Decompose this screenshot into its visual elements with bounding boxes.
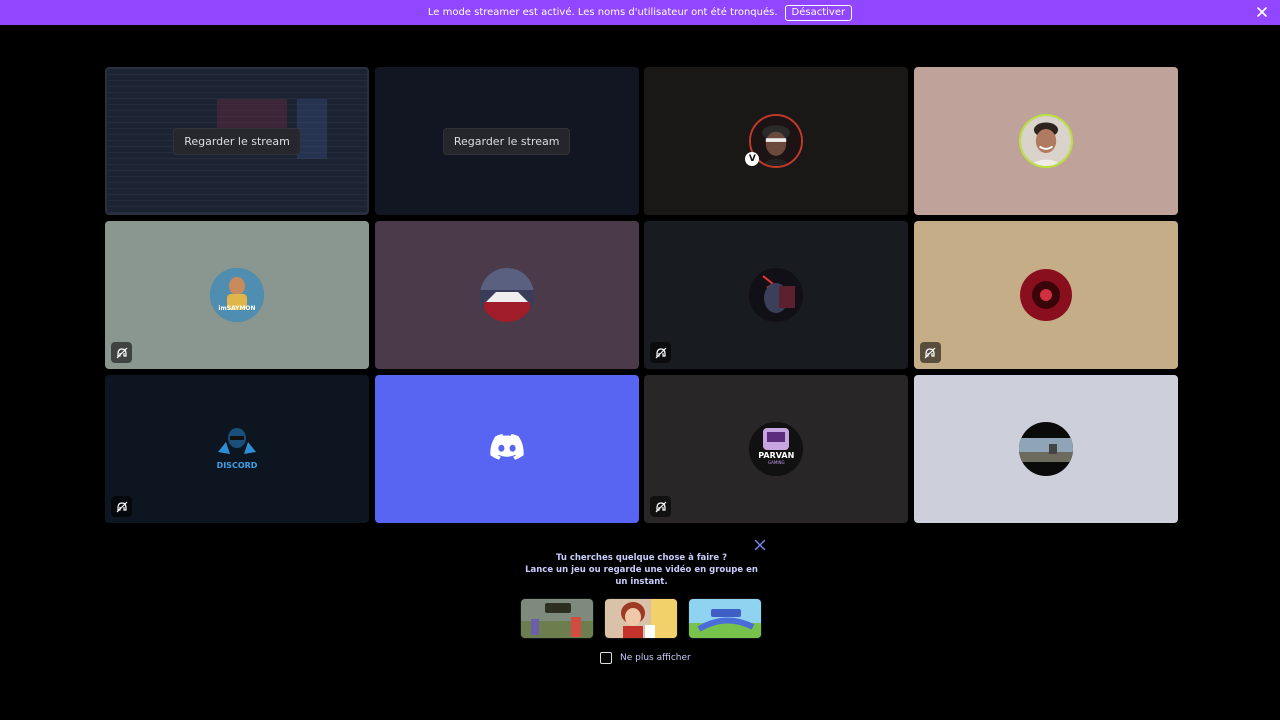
avatar-subtext: GAMING	[768, 460, 785, 465]
smiling-man-avatar	[1018, 114, 1073, 168]
participant-tile-5[interactable]: imSAYMON	[105, 221, 369, 369]
game-thumbnails	[520, 598, 762, 639]
red-emblem-avatar	[1018, 268, 1073, 322]
dont-show-again-checkbox[interactable]	[600, 652, 612, 664]
participant-tile-7[interactable]	[644, 221, 909, 369]
participant-tile-11[interactable]: PARVAN GAMING	[644, 375, 909, 523]
participant-tile-4[interactable]	[913, 67, 1178, 215]
participant-tile-6[interactable]	[374, 221, 639, 369]
badge-icon: V	[745, 152, 760, 166]
car-avatar	[479, 268, 534, 322]
strike-game-thumbnail[interactable]	[520, 598, 594, 639]
deafened-icon	[111, 496, 132, 517]
deafened-icon	[650, 496, 672, 517]
stream-tile-2[interactable]: Regarder le stream	[374, 67, 639, 215]
suggestion-line-1: Tu cherches quelque chose à faire ?	[555, 553, 728, 563]
parvan-gaming-avatar: PARVAN GAMING	[749, 422, 804, 476]
gamer-logo-avatar: imSAYMON	[210, 268, 264, 322]
watch-stream-button[interactable]: Regarder le stream	[173, 127, 301, 155]
avatar-text: DISCORD	[216, 460, 258, 470]
suggestion-text: Tu cherches quelque chose à faire ? Lanc…	[520, 552, 763, 588]
deafened-icon	[650, 342, 672, 363]
discord-character-avatar: DISCORD	[210, 422, 264, 476]
stream-tile-1[interactable]: Regarder le stream	[105, 67, 369, 215]
disable-streamer-mode-button[interactable]: Désactiver	[784, 4, 853, 21]
deafened-icon	[111, 342, 132, 363]
participant-tile-10[interactable]	[374, 375, 639, 523]
participant-tile-12[interactable]	[913, 375, 1178, 523]
participant-tile-8[interactable]	[913, 221, 1178, 369]
participant-tile-9[interactable]: DISCORD	[105, 375, 369, 523]
dark-character-avatar	[749, 268, 804, 322]
dismiss-suggestion-icon[interactable]	[754, 536, 766, 551]
track-game-thumbnail[interactable]	[688, 598, 762, 639]
participant-tile-3[interactable]: V	[644, 67, 909, 215]
watch-stream-button[interactable]: Regarder le stream	[442, 127, 571, 155]
suggestion-line-2: Lance un jeu ou regarde une vidéo en gro…	[525, 565, 758, 587]
dont-show-again-option[interactable]: Ne plus afficher	[600, 652, 691, 664]
discord-logo-icon	[490, 434, 524, 464]
banner-close-icon[interactable]	[1255, 5, 1269, 19]
deafened-icon	[919, 342, 941, 363]
banner-message: Le mode streamer est activé. Les noms d'…	[427, 7, 778, 18]
landscape-avatar	[1018, 422, 1073, 476]
avatar-text: imSAYMON	[218, 304, 256, 312]
streamer-mode-banner: Le mode streamer est activé. Les noms d'…	[0, 0, 1280, 25]
voice-participant-grid: Regarder le stream Regarder le stream V	[105, 67, 1178, 523]
dont-show-again-label: Ne plus afficher	[620, 653, 691, 663]
avatar-text: PARVAN	[758, 451, 795, 460]
card-game-thumbnail[interactable]	[604, 598, 678, 639]
